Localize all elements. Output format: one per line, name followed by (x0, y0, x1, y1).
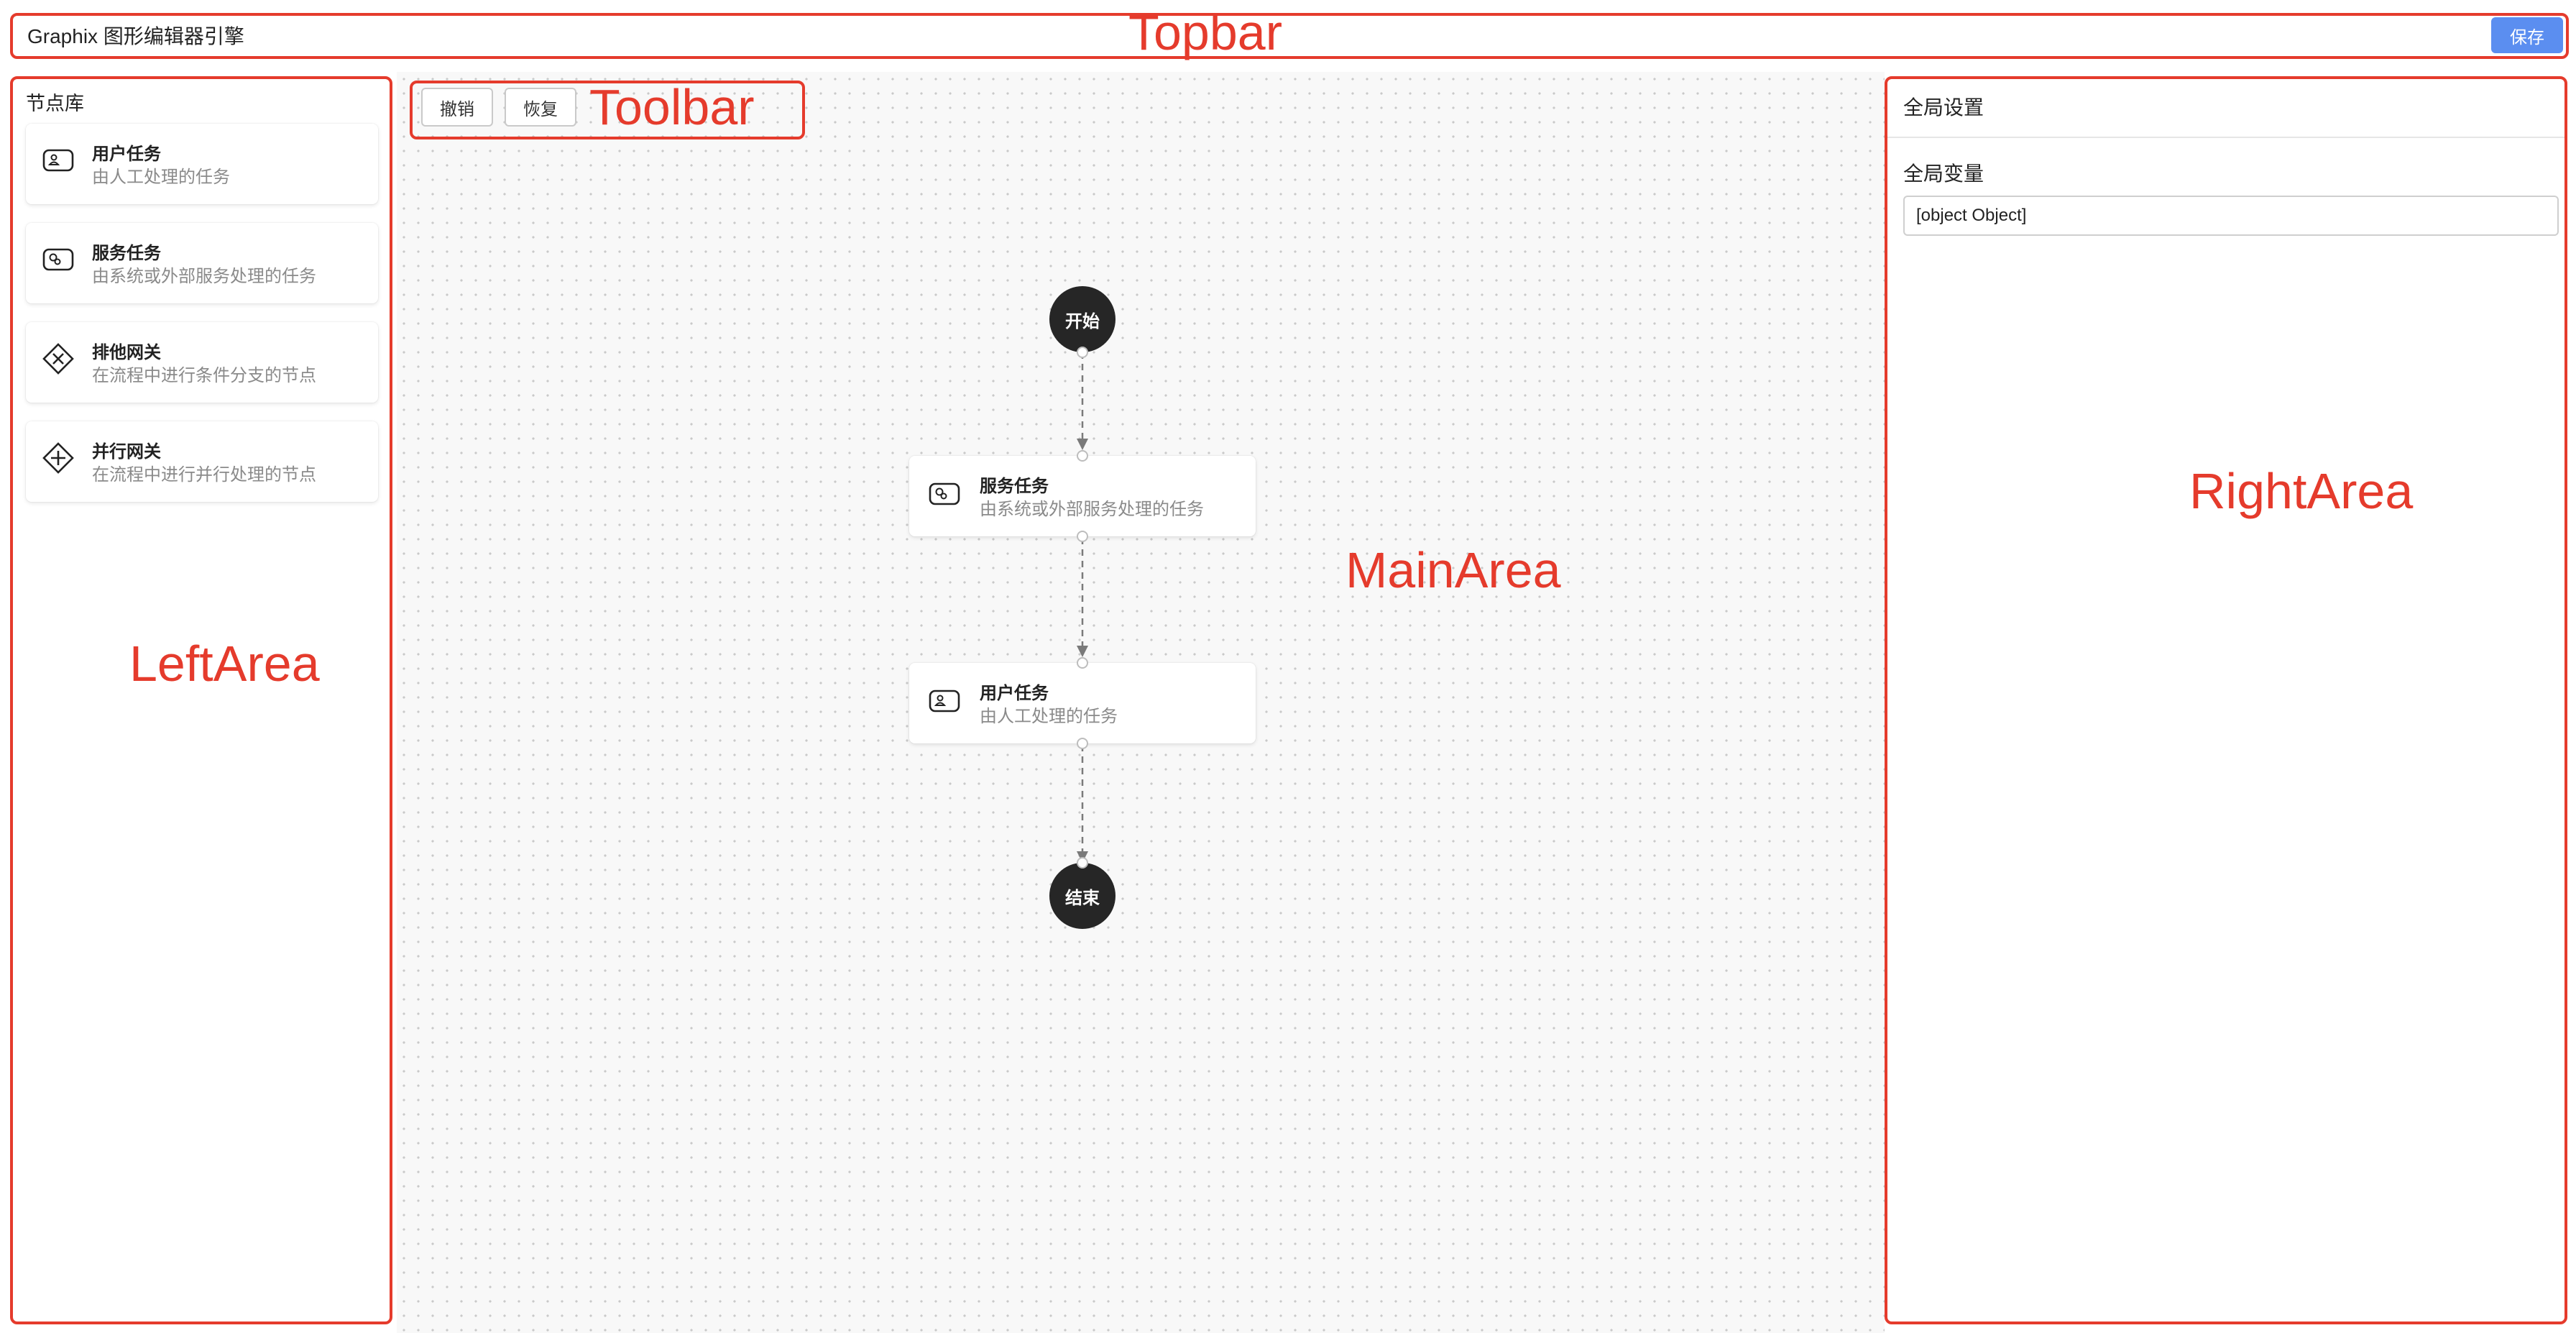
start-node-label: 开始 (1065, 311, 1100, 331)
user-task-icon (928, 684, 961, 718)
end-node-label: 结束 (1065, 888, 1100, 908)
user-node-port-in[interactable] (1077, 657, 1088, 669)
topbar-annotation-label: Topbar (1128, 4, 1283, 60)
user-task-node-name: 用户任务 (980, 684, 1049, 703)
main-area-annotation-label: MainArea (1346, 542, 1561, 598)
end-node-port-in[interactable] (1077, 857, 1088, 869)
end-node[interactable]: 结束 (1049, 863, 1116, 929)
toolbar-annotation-label: Toolbar (589, 79, 755, 135)
service-node-port-out[interactable] (1077, 531, 1088, 542)
left-area-annotation-label: LeftArea (129, 636, 320, 692)
start-node[interactable]: 开始 (1049, 286, 1116, 352)
left-area-annotation-box (10, 76, 392, 1324)
topbar-annotation-box (10, 13, 2569, 59)
service-task-icon (928, 477, 961, 510)
right-area-annotation-label: RightArea (2189, 463, 2414, 519)
user-node-port-out[interactable] (1077, 738, 1088, 749)
service-task-node[interactable]: 服务任务 由系统或外部服务处理的任务 (909, 456, 1256, 536)
start-node-port-out[interactable] (1077, 347, 1088, 358)
service-node-port-in[interactable] (1077, 450, 1088, 462)
right-area-annotation-box (1885, 76, 2567, 1324)
user-task-node-desc: 由人工处理的任务 (980, 707, 1118, 726)
user-task-node[interactable]: 用户任务 由人工处理的任务 (909, 663, 1256, 743)
service-task-node-desc: 由系统或外部服务处理的任务 (980, 500, 1204, 519)
service-task-node-name: 服务任务 (980, 477, 1049, 496)
